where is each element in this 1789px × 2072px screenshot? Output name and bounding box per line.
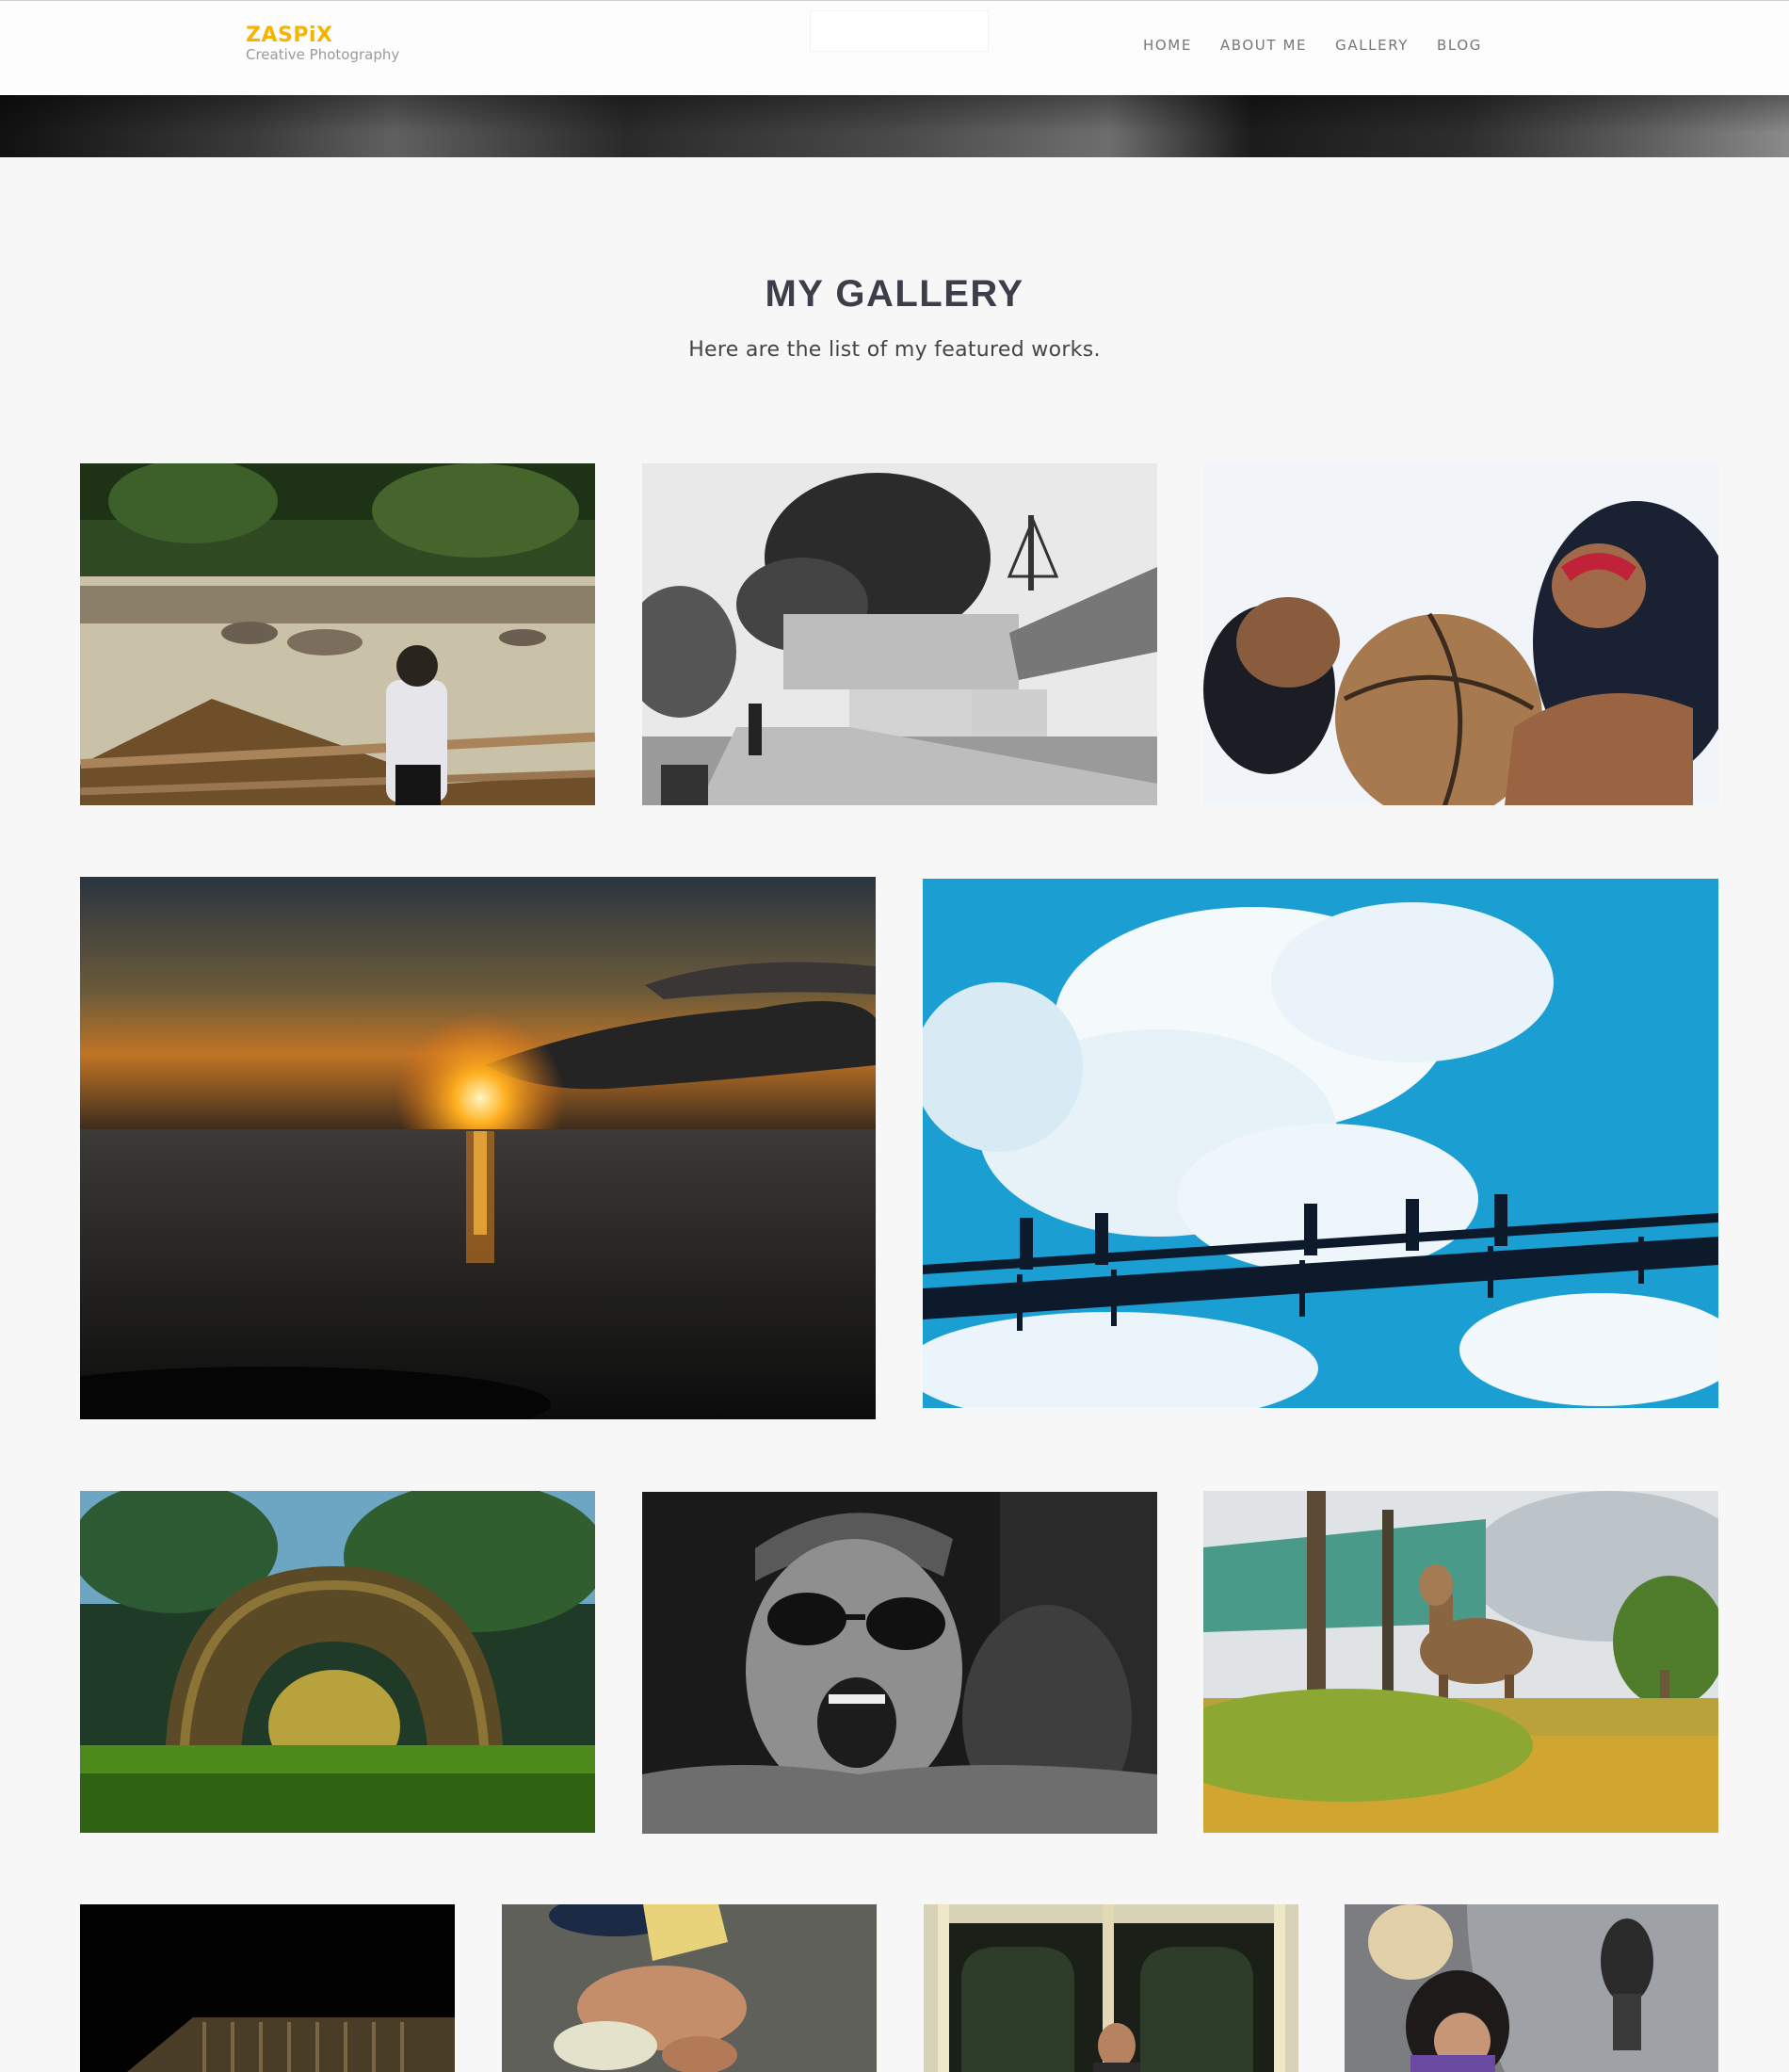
hero-banner <box>0 95 1789 157</box>
gallery-photo-kids-with-basketball[interactable] <box>1203 463 1718 805</box>
gallery-title: MY GALLERY <box>765 273 1024 315</box>
logo-subtitle: Creative Photography <box>246 46 400 63</box>
gallery-photo-child-feet[interactable] <box>502 1904 877 2072</box>
site-header: ZASPiX Creative Photography HOME ABOUT M… <box>0 0 1789 95</box>
gallery-photo-shouting-man-bw[interactable] <box>642 1492 1157 1834</box>
gallery-photo-goat-in-field[interactable] <box>1203 1491 1718 1833</box>
logo-title: ZASPiX <box>246 24 333 47</box>
main-nav: HOME ABOUT ME GALLERY BLOG <box>1143 39 1510 53</box>
gallery-photo-jeepney-window[interactable] <box>924 1904 1298 2072</box>
gallery-photo-people-on-bridge-sky[interactable] <box>923 879 1718 1408</box>
nav-home[interactable]: HOME <box>1143 39 1192 53</box>
nav-about-me[interactable]: ABOUT ME <box>1220 39 1307 53</box>
gallery-subtitle: Here are the list of my featured works. <box>688 338 1101 362</box>
header-center-box <box>810 10 989 52</box>
gallery-photo-dark-roof[interactable] <box>80 1904 455 2072</box>
logo[interactable]: ZASPiX Creative Photography <box>246 25 399 63</box>
gallery-photo-sunset-over-sea[interactable] <box>80 877 876 1419</box>
gallery-photo-tire-in-grass[interactable] <box>80 1491 595 1833</box>
gallery-photo-girl-reflection[interactable] <box>1345 1904 1718 2072</box>
nav-blog[interactable]: BLOG <box>1437 39 1482 53</box>
gallery-photo-street-scene-bw[interactable] <box>642 463 1157 805</box>
nav-gallery[interactable]: GALLERY <box>1335 39 1409 53</box>
gallery-photo-child-by-river[interactable] <box>80 463 595 805</box>
